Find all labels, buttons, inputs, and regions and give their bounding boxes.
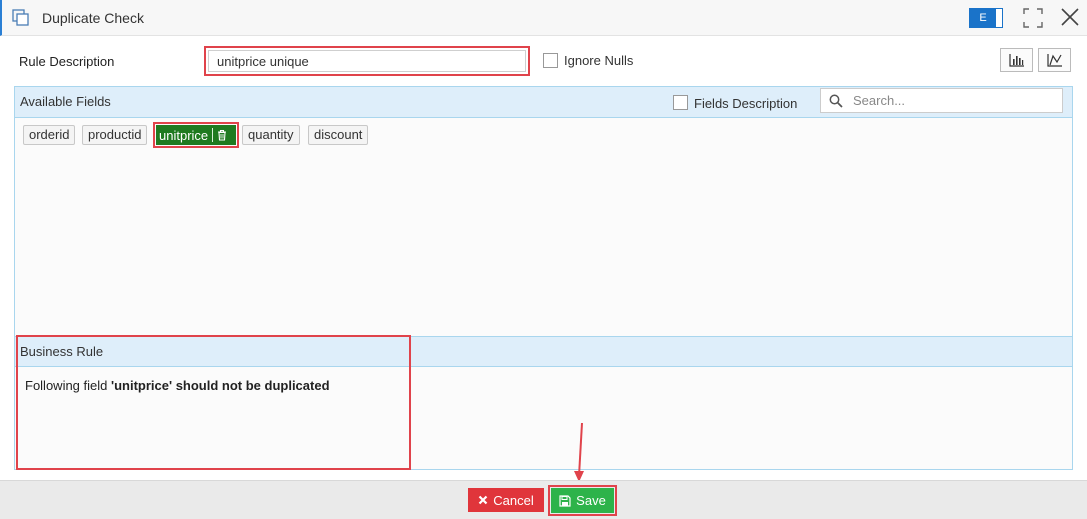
field-chip-orderid[interactable]: orderid xyxy=(23,125,76,145)
cancel-button[interactable]: Cancel xyxy=(468,488,544,512)
trash-icon[interactable] xyxy=(216,129,228,141)
close-icon[interactable] xyxy=(1060,7,1080,27)
window-icon xyxy=(12,9,29,26)
chart-button[interactable] xyxy=(1000,48,1033,72)
business-rule-text: Following field 'unitprice' should not b… xyxy=(25,378,330,393)
ignore-nulls-checkbox[interactable] xyxy=(543,53,558,68)
rule-description-highlight xyxy=(204,46,530,76)
field-chip-quantity[interactable]: quantity xyxy=(242,125,300,145)
selected-field-highlight: unitprice xyxy=(153,122,239,148)
field-chip-unitprice[interactable]: unitprice xyxy=(156,125,236,145)
business-rule-header: Business Rule xyxy=(15,336,1072,367)
search-input[interactable] xyxy=(843,89,1062,112)
trend-button[interactable] xyxy=(1038,48,1071,72)
fields-panel: Available Fields Fields Description orde… xyxy=(14,86,1073,470)
maximize-icon[interactable] xyxy=(1023,8,1043,28)
available-fields-title: Available Fields xyxy=(20,94,111,109)
floppy-disk-icon xyxy=(559,494,571,507)
cancel-button-label: Cancel xyxy=(493,492,534,508)
area-chart-icon xyxy=(1046,54,1062,67)
footer-bar: Cancel Save xyxy=(0,480,1087,519)
language-toggle-label: E xyxy=(970,9,996,27)
language-toggle[interactable]: E xyxy=(969,8,1003,28)
business-rule-title: Business Rule xyxy=(20,344,104,359)
field-chip-discount[interactable]: discount xyxy=(308,125,369,145)
search-icon xyxy=(829,94,843,108)
title-bar: Duplicate Check E xyxy=(0,0,1087,36)
save-button[interactable]: Save xyxy=(551,488,614,513)
window-title: Duplicate Check xyxy=(42,10,144,26)
close-icon xyxy=(478,495,488,505)
fields-description-label: Fields Description xyxy=(694,96,798,111)
fields-description-checkbox[interactable] xyxy=(673,95,688,110)
save-button-highlight: Save xyxy=(548,485,617,516)
selected-field-label: unitprice xyxy=(159,127,209,143)
bar-chart-icon xyxy=(1008,54,1024,67)
chip-separator xyxy=(212,128,214,142)
field-chip-productid[interactable]: productid xyxy=(82,125,148,145)
business-rule-text-bold: 'unitprice' should not be duplicated xyxy=(111,378,330,393)
ignore-nulls-label: Ignore Nulls xyxy=(564,53,634,68)
rule-description-input[interactable] xyxy=(208,50,526,72)
available-fields-header: Available Fields Fields Description xyxy=(15,87,1072,118)
search-box[interactable] xyxy=(820,88,1063,113)
save-button-label: Save xyxy=(576,493,606,508)
rule-description-label: Rule Description xyxy=(19,54,115,69)
business-rule-text-prefix: Following field xyxy=(25,378,111,393)
